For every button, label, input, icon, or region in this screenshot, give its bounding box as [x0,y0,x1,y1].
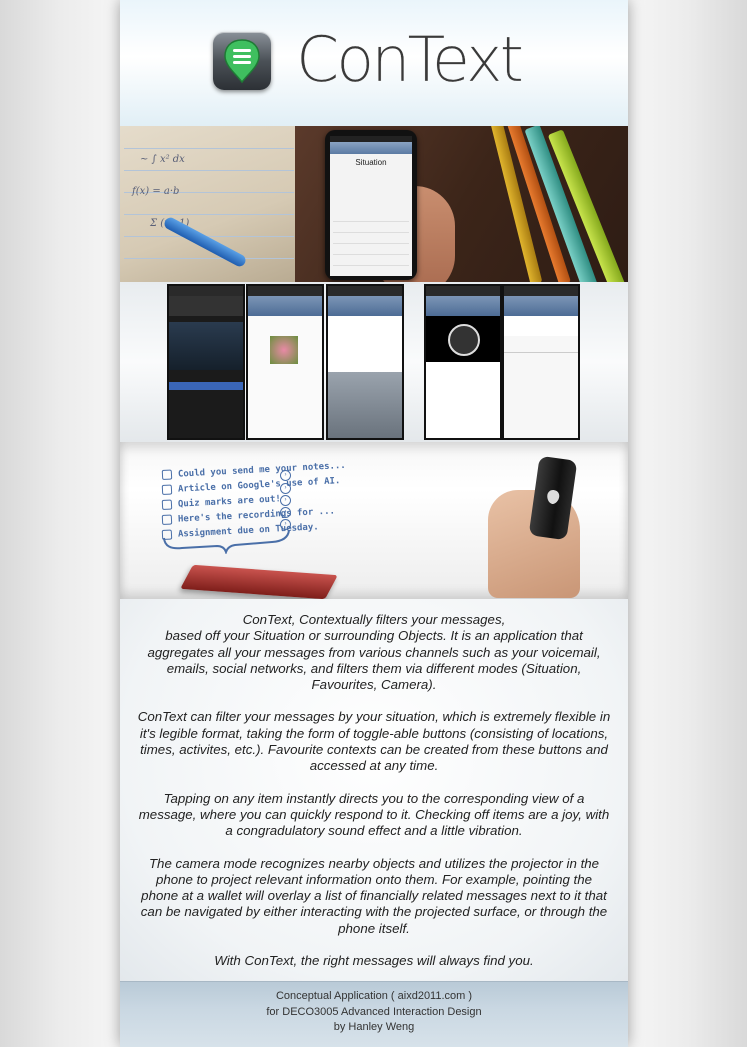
footer-line: Conceptual Application ( aixd2011.com ) [275,990,473,1002]
header: ConText [120,0,628,126]
checkbox[interactable] [161,514,173,525]
checklist-item[interactable]: Quiz marks are out! [161,494,281,511]
chevron-right-icon[interactable]: › [280,495,291,506]
checkbox[interactable] [161,499,173,510]
chevron-right-icon[interactable]: › [280,470,291,481]
poster-sheet: ConText ~ ∫ x² dx f(x) = a·b Σ (n+1) Sit… [120,0,628,1047]
brace-icon [163,529,290,554]
paragraph-tapping: Tapping on any item instantly directs yo… [138,790,610,839]
screen-video [424,284,502,440]
wallet [180,564,338,600]
screen-favourites [502,284,580,440]
paragraph-intro: ConText, Contextually filters your messa… [147,612,601,693]
footer: Conceptual Application ( aixd2011.com ) … [120,981,628,1047]
screenshot-strip [120,282,628,442]
screen-post [246,284,324,440]
notes-paper: ~ ∫ x² dx f(x) = a·b Σ (n+1) [120,126,295,282]
footer-line: for DECO3005 Advanced Interaction Design [266,1005,482,1018]
hero-photo: ~ ∫ x² dx f(x) = a·b Σ (n+1) Situation [120,126,628,282]
projection-panel: Could you send me your notes... Article … [120,442,628,600]
checkbox[interactable] [161,484,173,495]
chevron-right-icon[interactable]: › [280,483,291,494]
screen-keyboard [326,284,404,440]
blue-pen [162,215,248,269]
chevron-right-icon[interactable]: › [280,507,291,518]
app-icon [213,32,271,90]
phone-situation: Situation [325,130,417,280]
footer-line: by Hanley Weng [333,1021,415,1033]
description: ConText, Contextually filters your messa… [120,599,628,981]
logo-text: ConText [296,23,524,96]
paragraph-camera: The camera mode recognizes nearby object… [140,855,608,936]
phone-title: Situation [355,158,387,167]
paragraph-situation: ConText can filter your messages by your… [137,709,611,774]
screen-menu [167,284,245,440]
paragraph-tagline: With ConText, the right messages will al… [214,953,534,969]
chat-pin-icon [224,39,260,84]
checkbox[interactable] [161,469,173,480]
